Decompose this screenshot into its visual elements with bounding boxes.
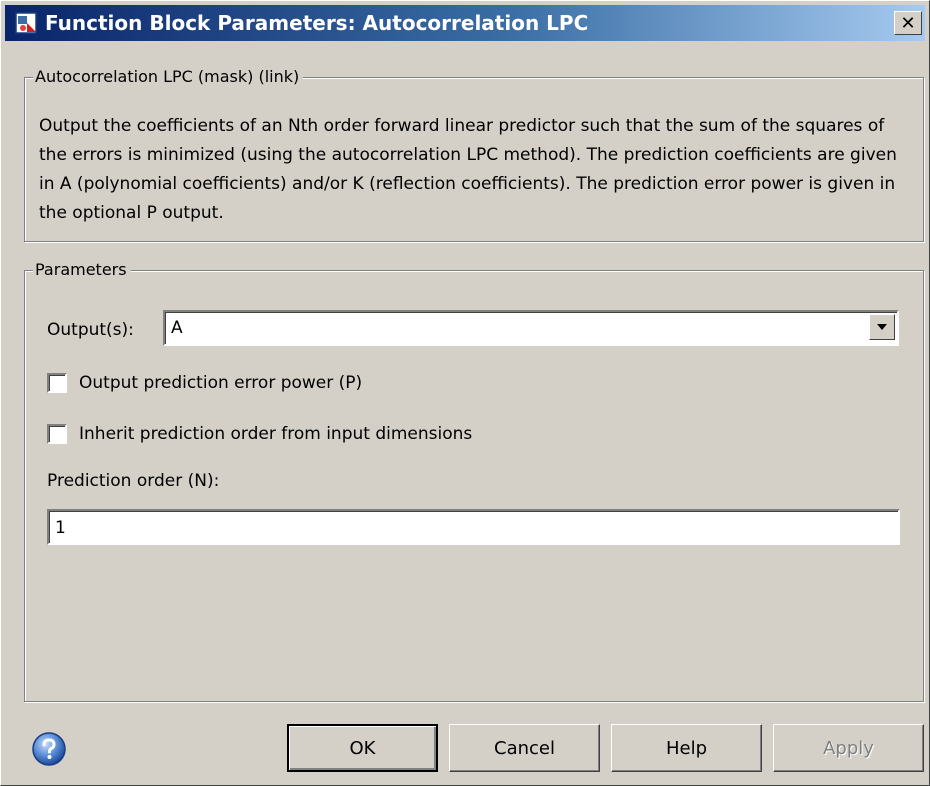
help-button[interactable]: Help [611, 724, 762, 772]
error-power-checkbox-label[interactable]: Output prediction error power (P) [79, 373, 362, 393]
chevron-down-icon [877, 324, 887, 330]
dropdown-arrow-button[interactable] [869, 314, 895, 340]
description-groupbox: Autocorrelation LPC (mask) (link) Output… [24, 67, 924, 242]
prediction-order-value: 1 [55, 518, 66, 538]
help-question-icon[interactable] [31, 731, 67, 767]
apply-button[interactable]: Apply [773, 724, 924, 772]
outputs-select-value: A [171, 318, 183, 338]
error-power-checkbox[interactable] [47, 373, 67, 393]
ok-button[interactable]: OK [287, 724, 438, 772]
cancel-button[interactable]: Cancel [449, 724, 600, 772]
close-icon: ✕ [900, 12, 916, 34]
parameters-group-legend: Parameters [33, 260, 131, 279]
prediction-order-label: Prediction order (N): [47, 471, 220, 491]
outputs-select[interactable]: A [163, 310, 899, 346]
dialog-window: Function Block Parameters: Autocorrelati… [0, 0, 930, 786]
error-power-checkbox-row[interactable]: Output prediction error power (P) [47, 373, 362, 393]
close-button[interactable]: ✕ [894, 11, 922, 35]
inherit-order-checkbox-label[interactable]: Inherit prediction order from input dime… [79, 424, 472, 444]
description-group-legend: Autocorrelation LPC (mask) (link) [33, 67, 304, 86]
inherit-order-checkbox[interactable] [47, 424, 67, 444]
outputs-label: Output(s): [47, 320, 134, 340]
prediction-order-input[interactable]: 1 [47, 509, 900, 545]
block-description: Output the coefficients of an Nth order … [39, 116, 897, 223]
simulink-block-icon [15, 11, 39, 35]
window-title: Function Block Parameters: Autocorrelati… [45, 11, 589, 35]
title-bar[interactable]: Function Block Parameters: Autocorrelati… [5, 5, 925, 41]
inherit-order-checkbox-row[interactable]: Inherit prediction order from input dime… [47, 424, 472, 444]
